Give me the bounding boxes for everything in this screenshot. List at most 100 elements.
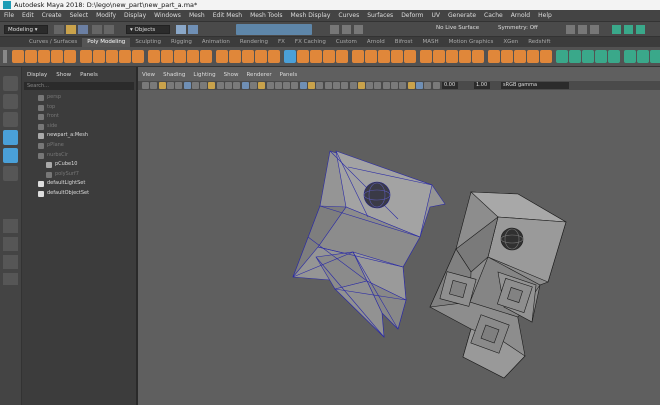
menu-cache[interactable]: Cache — [484, 12, 503, 19]
shelf-tool-icon[interactable] — [650, 50, 660, 63]
shelf-tool-icon[interactable] — [365, 50, 377, 63]
shelf-tool-icon[interactable] — [472, 50, 484, 63]
snap-curve-icon[interactable] — [342, 25, 351, 34]
shelf-tab-xgen[interactable]: XGen — [498, 38, 523, 47]
shelf-tool-icon[interactable] — [556, 50, 568, 63]
menu-select[interactable]: Select — [70, 12, 89, 19]
shelf-tool-icon[interactable] — [80, 50, 92, 63]
redo-icon[interactable] — [104, 25, 114, 34]
shelf-tool-icon[interactable] — [637, 50, 649, 63]
outliner-item[interactable]: top — [22, 103, 138, 112]
shelf-tool-icon[interactable] — [624, 50, 636, 63]
outliner-item[interactable]: nurbsCir — [22, 151, 138, 160]
menu-edit[interactable]: Edit — [22, 12, 34, 19]
viewport-toolbar-icon[interactable] — [183, 82, 191, 89]
symmetry-label[interactable]: Symmetry: Off — [498, 25, 538, 31]
shelf-tool-icon[interactable] — [501, 50, 513, 63]
outliner-item[interactable]: newpart_a:Mesh — [22, 131, 138, 140]
menu-display[interactable]: Display — [124, 12, 146, 19]
shelf-tab-mash[interactable]: MASH — [417, 38, 443, 47]
snap-point-icon[interactable] — [354, 25, 363, 34]
outliner-search-input[interactable]: Search... — [24, 82, 134, 90]
viewport-toolbar-icon[interactable] — [274, 82, 282, 89]
viewport-toolbar-icon[interactable] — [407, 82, 415, 89]
menu-create[interactable]: Create — [42, 12, 62, 19]
shelf-tool-icon[interactable] — [488, 50, 500, 63]
select-tool-icon[interactable] — [3, 76, 18, 91]
menu-help[interactable]: Help — [538, 12, 552, 19]
shelf-tab-fx-caching[interactable]: FX Caching — [290, 38, 331, 47]
viewport-toolbar-icon[interactable] — [316, 82, 324, 89]
outliner-menu-show[interactable]: Show — [56, 72, 71, 81]
shelf-tab-redshift[interactable]: Redshift — [523, 38, 555, 47]
viewport-toolbar-icon[interactable] — [266, 82, 274, 89]
hierarchy-mode-icon[interactable] — [176, 25, 186, 34]
shelf-tab-poly-modeling[interactable]: Poly Modeling — [82, 38, 131, 47]
color-space-dropdown[interactable]: sRGB gamma — [501, 82, 569, 89]
shelf-tab-bifrost[interactable]: Bifrost — [390, 38, 418, 47]
shelf-tool-icon[interactable] — [459, 50, 471, 63]
viewport-toolbar-icon[interactable] — [382, 82, 390, 89]
render-settings-icon[interactable] — [590, 25, 599, 34]
shelf-tool-icon[interactable] — [297, 50, 309, 63]
shelf-tool-icon[interactable] — [595, 50, 607, 63]
shelf-tool-icon[interactable] — [51, 50, 63, 63]
shelf-tool-icon[interactable] — [93, 50, 105, 63]
shelf-tab-motion-graphics[interactable]: Motion Graphics — [444, 38, 499, 47]
menu-generate[interactable]: Generate — [448, 12, 476, 19]
viewport-toolbar-icon[interactable] — [216, 82, 224, 89]
shelf-tool-icon[interactable] — [582, 50, 594, 63]
scale-tool-icon[interactable] — [3, 166, 18, 181]
viewport-menu-panels[interactable]: Panels — [280, 72, 298, 81]
viewport-toolbar-icon[interactable] — [424, 82, 432, 89]
menu-deform[interactable]: Deform — [401, 12, 423, 19]
viewport-toolbar-icon[interactable] — [258, 82, 266, 89]
viewport-toolbar-icon[interactable] — [308, 82, 315, 89]
shelf-tool-icon[interactable] — [404, 50, 416, 63]
persp-graph-layout-icon[interactable] — [3, 273, 18, 285]
viewport-toolbar-icon[interactable] — [150, 82, 158, 89]
outliner-item[interactable]: side — [22, 122, 138, 131]
shelf-tab-rendering[interactable]: Rendering — [235, 38, 273, 47]
outliner-menu-display[interactable]: Display — [27, 72, 47, 81]
snap-grid-icon[interactable] — [330, 25, 339, 34]
shelf-tool-icon[interactable] — [106, 50, 118, 63]
shelf-tool-icon[interactable] — [527, 50, 539, 63]
outliner-item[interactable]: defaultObjectSet — [22, 189, 138, 198]
menu-mesh[interactable]: Mesh — [189, 12, 205, 19]
shelf-tool-icon[interactable] — [378, 50, 390, 63]
selection-mask-group[interactable] — [236, 24, 312, 35]
shelf-tool-icon[interactable] — [420, 50, 432, 63]
viewport-menu-show[interactable]: Show — [224, 72, 239, 81]
viewport-menu-shading[interactable]: Shading — [163, 72, 185, 81]
viewport-toolbar-icon[interactable] — [357, 82, 365, 89]
viewport-toolbar-icon[interactable] — [175, 82, 183, 89]
viewport-menu-renderer[interactable]: Renderer — [246, 72, 271, 81]
shelf-menu-icon[interactable] — [3, 50, 7, 63]
viewport-toolbar-icon[interactable] — [241, 82, 249, 89]
shelf-tool-icon[interactable] — [540, 50, 552, 63]
shelf-tool-icon[interactable] — [148, 50, 160, 63]
shelf-tool-icon[interactable] — [323, 50, 335, 63]
viewport-toolbar-icon[interactable] — [399, 82, 407, 89]
viewport-toolbar-icon[interactable] — [200, 82, 208, 89]
menu-modify[interactable]: Modify — [96, 12, 116, 19]
viewport-toolbar-icon[interactable] — [374, 82, 382, 89]
shelf-tool-icon[interactable] — [336, 50, 348, 63]
shelf-tool-icon[interactable] — [229, 50, 241, 63]
viewport-toolbar-icon[interactable] — [432, 82, 440, 89]
menu-curves[interactable]: Curves — [338, 12, 359, 19]
viewport-toolbar-icon[interactable] — [158, 82, 166, 89]
shelf-tool-icon[interactable] — [352, 50, 364, 63]
render-icon[interactable] — [566, 25, 575, 34]
menu-surfaces[interactable]: Surfaces — [367, 12, 393, 19]
shelf-tool-icon[interactable] — [268, 50, 280, 63]
tool-settings-icon[interactable] — [624, 25, 633, 34]
shelf-tool-icon[interactable] — [38, 50, 50, 63]
shelf-tool-icon[interactable] — [310, 50, 322, 63]
shelf-tab-fx[interactable]: FX — [273, 38, 290, 47]
viewport-toolbar-icon[interactable] — [391, 82, 398, 89]
shelf-tab-curves-surfaces[interactable]: Curves / Surfaces — [24, 38, 82, 47]
attribute-editor-icon[interactable] — [612, 25, 621, 34]
viewport-toolbar-icon[interactable] — [324, 82, 332, 89]
